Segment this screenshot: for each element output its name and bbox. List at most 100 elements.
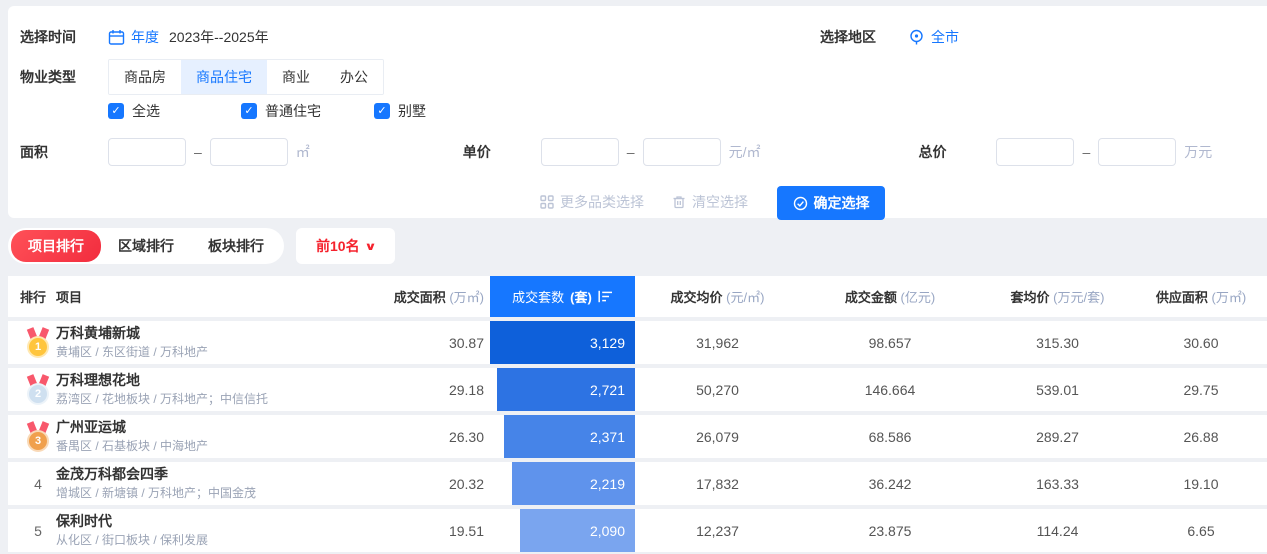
avg-price-value: 31,962 xyxy=(635,335,800,351)
deal-area-value: 30.87 xyxy=(366,335,484,351)
col-header-supply-area[interactable]: 供应面积 (万㎡) xyxy=(1135,287,1267,306)
deal-area-value: 26.30 xyxy=(366,429,484,445)
more-categories-button[interactable]: 更多品类选择 xyxy=(540,192,644,212)
time-range-value[interactable]: 2023年--2025年 xyxy=(169,27,269,47)
medal-icon: 2 xyxy=(26,375,50,405)
grid-icon xyxy=(540,195,554,209)
ranking-table: 排行 项目 成交面积 (万㎡) 成交套数(套) 成交均价 (元/㎡) 成交金额 … xyxy=(8,276,1267,552)
area-min-input[interactable] xyxy=(108,138,186,166)
rank-cell: 1 1 xyxy=(8,328,56,358)
tab-district-ranking[interactable]: 区域排行 xyxy=(101,230,191,262)
col-header-deal-area[interactable]: 成交面积 (万㎡) xyxy=(366,287,484,306)
deal-amount-value: 146.664 xyxy=(800,382,980,398)
table-row[interactable]: 3 3 广州亚运城 番禺区 / 石基板块 / 中海地产 26.30 2,371 … xyxy=(8,415,1267,458)
property-type-tab-commodity[interactable]: 商品房 xyxy=(109,60,181,94)
deal-units-cell: 2,371 xyxy=(490,415,635,458)
total-price-min-input[interactable] xyxy=(996,138,1074,166)
tab-project-ranking[interactable]: 项目排行 xyxy=(11,230,101,262)
deal-units-bar: 2,721 xyxy=(497,368,635,411)
deal-area-value: 29.18 xyxy=(366,382,484,398)
supply-area-value: 19.10 xyxy=(1135,476,1267,492)
area-max-input[interactable] xyxy=(210,138,288,166)
table-row[interactable]: 4 4 金茂万科都会四季 增城区 / 新塘镇 / 万科地产；中国金茂 20.32… xyxy=(8,462,1267,505)
project-cell[interactable]: 万科理想花地 荔湾区 / 花地板块 / 万科地产；中信信托 xyxy=(56,372,366,407)
table-row[interactable]: 2 2 万科理想花地 荔湾区 / 花地板块 / 万科地产；中信信托 29.18 … xyxy=(8,368,1267,411)
project-name: 万科理想花地 xyxy=(56,372,366,390)
trash-icon xyxy=(672,195,686,209)
project-location-developer: 黄埔区 / 东区街道 / 万科地产 xyxy=(56,345,366,360)
project-name: 广州亚运城 xyxy=(56,419,366,437)
col-header-deal-units-sorted[interactable]: 成交套数(套) xyxy=(490,276,635,317)
deal-units-bar: 3,129 xyxy=(490,321,635,364)
region-filter-label: 选择地区 xyxy=(820,27,908,47)
checkbox-villa[interactable]: ✓ 别墅 xyxy=(374,101,507,121)
project-cell[interactable]: 广州亚运城 番禺区 / 石基板块 / 中海地产 xyxy=(56,419,366,454)
clear-selection-button[interactable]: 清空选择 xyxy=(672,192,748,212)
property-type-tab-residential[interactable]: 商品住宅 xyxy=(181,60,267,94)
deal-amount-value: 23.875 xyxy=(800,523,980,539)
unit-price-max-input[interactable] xyxy=(643,138,721,166)
unit-price-unit: 元/㎡ xyxy=(729,142,761,162)
per-unit-price-value: 114.24 xyxy=(980,523,1135,539)
per-unit-price-value: 539.01 xyxy=(980,382,1135,398)
project-name: 万科黄埔新城 xyxy=(56,325,366,343)
deal-units-bar: 2,371 xyxy=(504,415,635,458)
time-mode-select[interactable]: 年度 xyxy=(131,27,159,47)
deal-amount-value: 36.242 xyxy=(800,476,980,492)
table-row[interactable]: 5 5 保利时代 从化区 / 街口板块 / 保利发展 19.51 2,090 1… xyxy=(8,509,1267,552)
check-circle-icon xyxy=(793,196,808,211)
table-header-row: 排行 项目 成交面积 (万㎡) 成交套数(套) 成交均价 (元/㎡) 成交金额 … xyxy=(8,276,1267,317)
calendar-icon xyxy=(108,29,125,46)
deal-units-cell: 2,090 xyxy=(490,509,635,552)
project-name: 金茂万科都会四季 xyxy=(56,466,366,484)
region-value[interactable]: 全市 xyxy=(931,27,959,47)
supply-area-value: 30.60 xyxy=(1135,335,1267,351)
confirm-selection-button[interactable]: 确定选择 xyxy=(777,186,885,220)
deal-amount-value: 98.657 xyxy=(800,335,980,351)
project-cell[interactable]: 保利时代 从化区 / 街口板块 / 保利发展 xyxy=(56,513,366,548)
deal-units-cell: 2,721 xyxy=(490,368,635,411)
project-location-developer: 荔湾区 / 花地板块 / 万科地产；中信信托 xyxy=(56,392,366,407)
checkbox-checked-icon: ✓ xyxy=(241,103,257,119)
rank-cell: 5 5 xyxy=(8,523,56,539)
unit-price-filter-label: 单价 xyxy=(463,142,541,162)
per-unit-price-value: 289.27 xyxy=(980,429,1135,445)
medal-icon: 3 xyxy=(26,422,50,452)
project-name: 保利时代 xyxy=(56,513,366,531)
avg-price-value: 17,832 xyxy=(635,476,800,492)
col-header-rank: 排行 xyxy=(8,287,56,306)
sort-descending-icon xyxy=(598,290,613,303)
deal-units-cell: 3,129 xyxy=(490,321,635,364)
supply-area-value: 29.75 xyxy=(1135,382,1267,398)
supply-area-value: 6.65 xyxy=(1135,523,1267,539)
checkbox-checked-icon: ✓ xyxy=(374,103,390,119)
tab-sector-ranking[interactable]: 板块排行 xyxy=(191,230,281,262)
col-header-per-unit-price[interactable]: 套均价 (万元/套) xyxy=(980,287,1135,306)
medal-icon: 1 xyxy=(26,328,50,358)
col-header-deal-amount[interactable]: 成交金额 (亿元) xyxy=(800,287,980,306)
area-filter-label: 面积 xyxy=(20,142,108,162)
property-type-tab-commercial[interactable]: 商业 xyxy=(267,60,325,94)
checkbox-ordinary-residence[interactable]: ✓ 普通住宅 xyxy=(241,101,374,121)
total-price-max-input[interactable] xyxy=(1098,138,1176,166)
table-row[interactable]: 1 1 万科黄埔新城 黄埔区 / 东区街道 / 万科地产 30.87 3,129… xyxy=(8,321,1267,364)
area-unit: ㎡ xyxy=(296,142,310,162)
per-unit-price-value: 315.30 xyxy=(980,335,1135,351)
rank-cell: 3 3 xyxy=(8,422,56,452)
deal-units-bar: 2,219 xyxy=(512,462,635,505)
project-cell[interactable]: 金茂万科都会四季 增城区 / 新塘镇 / 万科地产；中国金茂 xyxy=(56,466,366,501)
time-filter-label: 选择时间 xyxy=(20,27,108,47)
unit-price-min-input[interactable] xyxy=(541,138,619,166)
supply-area-value: 26.88 xyxy=(1135,429,1267,445)
chevron-down-icon: ∨ xyxy=(364,240,377,253)
col-header-avg-price[interactable]: 成交均价 (元/㎡) xyxy=(635,287,800,306)
property-type-label: 物业类型 xyxy=(20,67,108,87)
top-n-dropdown[interactable]: 前10名 ∨ xyxy=(296,228,395,264)
project-cell[interactable]: 万科黄埔新城 黄埔区 / 东区街道 / 万科地产 xyxy=(56,325,366,360)
deal-area-value: 20.32 xyxy=(366,476,484,492)
project-location-developer: 增城区 / 新塘镇 / 万科地产；中国金茂 xyxy=(56,486,366,501)
avg-price-value: 50,270 xyxy=(635,382,800,398)
property-type-tab-office[interactable]: 办公 xyxy=(325,60,383,94)
checkbox-select-all[interactable]: ✓ 全选 xyxy=(108,101,241,121)
total-price-unit: 万元 xyxy=(1184,142,1212,162)
